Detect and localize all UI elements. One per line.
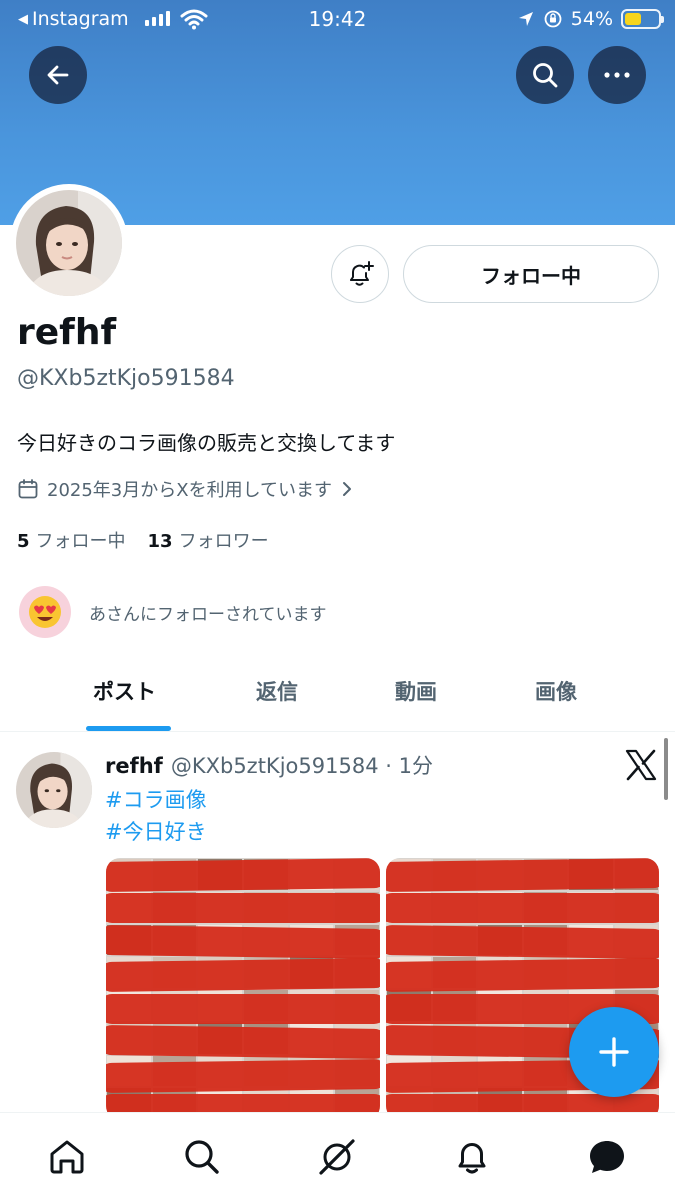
redaction-stroke: [106, 924, 380, 959]
hashtag-link[interactable]: #今日好き: [105, 816, 207, 846]
heart-eyes-emoji-icon: [29, 596, 61, 628]
search-button[interactable]: [516, 46, 574, 104]
arrow-left-icon: [47, 65, 69, 85]
post-image[interactable]: [106, 858, 380, 1120]
messages-icon[interactable]: [587, 1137, 627, 1177]
hashtag-link[interactable]: #コラ画像: [105, 784, 207, 814]
post-author-name[interactable]: refhf: [105, 754, 163, 778]
battery-icon: [621, 9, 664, 29]
redaction-stroke: [386, 893, 659, 924]
followed-by-label: あさんにフォローされています: [89, 604, 327, 625]
joined-date[interactable]: 2025年3月からXを利用しています: [17, 476, 354, 502]
bottom-navigation: [0, 1112, 675, 1200]
followers-count: 13: [147, 531, 173, 552]
bell-plus-icon: [350, 261, 374, 286]
following-link[interactable]: 5 フォロー中: [17, 527, 126, 553]
redaction-stroke: [106, 993, 380, 1024]
following-label: フォロー中: [35, 531, 126, 552]
active-tab-indicator: [86, 726, 171, 731]
notification-bell-button[interactable]: [331, 245, 389, 303]
redaction-stroke: [386, 924, 659, 959]
back-button[interactable]: [29, 46, 87, 104]
followers-label: フォロワー: [178, 531, 269, 552]
follow-counts: 5 フォロー中 13 フォロワー: [17, 527, 269, 553]
joined-label: 2025年3月からXを利用しています: [47, 480, 333, 501]
redaction-stroke: [386, 958, 659, 993]
redaction-stroke: [386, 858, 659, 893]
location-arrow-icon: [518, 12, 533, 26]
chevron-right-icon: [343, 482, 352, 496]
post-header: refhf @KXb5ztKjo591584 · 1分: [105, 750, 433, 780]
rotation-lock-icon: [544, 10, 562, 28]
redaction-stroke: [106, 1058, 380, 1093]
tab-posts[interactable]: ポスト: [93, 676, 156, 706]
search-icon: [533, 63, 558, 88]
followers-link[interactable]: 13 フォロワー: [148, 527, 269, 553]
tab-replies[interactable]: 返信: [256, 676, 298, 706]
status-bar: ◀ Instagram 19:42 54%: [0, 0, 675, 38]
post-avatar[interactable]: [16, 752, 92, 828]
redaction-stroke: [106, 958, 380, 993]
calendar-icon: [18, 479, 38, 499]
following-count: 5: [17, 531, 30, 552]
search-icon[interactable]: [182, 1137, 222, 1177]
notifications-icon[interactable]: [452, 1137, 492, 1177]
tab-media[interactable]: 画像: [535, 676, 577, 706]
redaction-stroke: [106, 1025, 380, 1060]
profile-handle: @KXb5ztKjo591584: [17, 366, 235, 391]
redaction-stroke: [106, 858, 380, 893]
profile-tabs: ポスト 返信 動画 画像: [0, 660, 675, 732]
post-meta: @KXb5ztKjo591584 · 1分: [170, 754, 433, 778]
following-button[interactable]: フォロー中: [403, 245, 659, 303]
redaction-stroke: [106, 893, 380, 924]
plus-icon: [599, 1037, 629, 1067]
battery-percent: 54%: [570, 8, 613, 30]
tab-videos[interactable]: 動画: [395, 676, 437, 706]
grok-icon[interactable]: [317, 1137, 357, 1177]
more-icon: [604, 72, 630, 78]
profile-avatar[interactable]: [10, 184, 128, 302]
home-icon[interactable]: [47, 1137, 87, 1177]
profile-name: refhf: [17, 312, 117, 353]
more-button[interactable]: [588, 46, 646, 104]
followed-by-row[interactable]: あさんにフォローされています: [19, 586, 327, 638]
profile-bio: 今日好きのコラ画像の販売と交換してます: [17, 431, 396, 455]
follower-avatar: [19, 586, 71, 638]
x-logo-icon[interactable]: [624, 748, 658, 782]
scrollbar[interactable]: [664, 738, 668, 800]
compose-button[interactable]: [569, 1007, 659, 1097]
